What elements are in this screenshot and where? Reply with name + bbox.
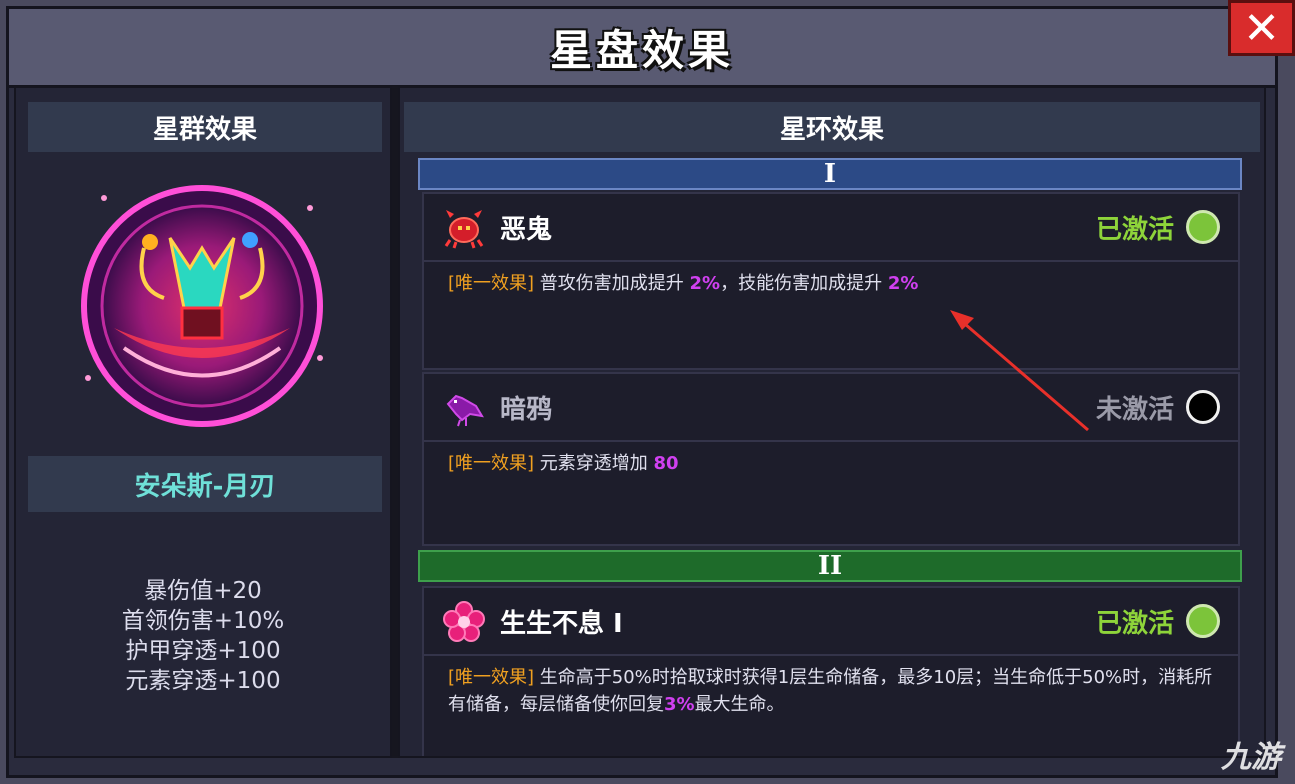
watermark-logo: 九游 [1221, 732, 1281, 776]
card-description: [唯一效果] 元素穿透增加 80 [448, 450, 1214, 477]
desc-text: 最大生命。 [694, 694, 785, 715]
watermark-text: 九游 [1221, 740, 1281, 775]
status-active-indicator [1186, 604, 1220, 638]
effect-card-endless-life[interactable]: 生生不息 I 已激活 [唯一效果] 生命高于50%时拾取球时获得1层生命储备，最… [422, 586, 1240, 756]
stat-line: 暴伤值+20 [144, 578, 262, 604]
card-header: 恶鬼 已激活 [424, 194, 1238, 262]
desc-text: 普攻伤害加成提升 [539, 273, 684, 294]
tier-bar-2: II [418, 550, 1242, 582]
desc-text: ，技能伤害加成提升 [720, 273, 883, 294]
title-bar: 星盘效果 [9, 9, 1275, 88]
star-ring-header: 星环效果 [404, 102, 1260, 152]
desc-value: 80 [653, 453, 679, 474]
effect-card-evil-ghost[interactable]: 恶鬼 已激活 [唯一效果] 普攻伤害加成提升 2%，技能伤害加成提升 2% [422, 192, 1240, 370]
close-icon: ✕ [1243, 2, 1280, 54]
stat-line: 护甲穿透+100 [125, 638, 281, 664]
constellation-name: 安朵斯-月刃 [134, 471, 276, 502]
card-name: 恶鬼 [500, 214, 553, 245]
card-name: 生生不息 I [500, 608, 623, 639]
desc-text: 元素穿透增加 [539, 453, 648, 474]
constellation-stats: 暴伤值+20 首领伤害+10% 护甲穿透+100 元素穿透+100 [16, 576, 390, 696]
status-active-indicator [1186, 210, 1220, 244]
stat-line: 元素穿透+100 [125, 668, 281, 694]
constellation-header-label: 星群效果 [152, 114, 257, 145]
desc-value: 2% [887, 273, 919, 294]
constellation-panel: 星群效果 安朵斯-月刃 暴伤值+20 首领伤害+10% 护甲穿透+100 元素穿… [14, 86, 392, 758]
constellation-emblem-icon [81, 185, 323, 427]
page-title: 星盘效果 [549, 25, 734, 75]
desc-text: 生命高于50%时拾取球时获得1层生命储备，最多10层；当生命低于50%时，消耗所… [448, 667, 1213, 715]
crab-icon [444, 210, 484, 249]
status-label: 已激活 [1095, 214, 1174, 245]
star-ring-header-label: 星环效果 [779, 114, 884, 145]
effect-card-dark-crow[interactable]: 暗鸦 未激活 [唯一效果] 元素穿透增加 80 [422, 372, 1240, 546]
card-header: 生生不息 I 已激活 [424, 588, 1238, 656]
crow-icon [446, 394, 484, 427]
constellation-name-box: 安朵斯-月刃 [28, 456, 382, 512]
star-ring-panel: 星环效果 I 恶鬼 已激活 [唯一效果] 普攻伤害加成提升 2%，技能伤害加成提… [398, 86, 1266, 758]
effect-tag: [唯一效果] [448, 453, 535, 474]
desc-value: 2% [689, 273, 721, 294]
status-label: 已激活 [1095, 608, 1174, 639]
card-description: [唯一效果] 普攻伤害加成提升 2%，技能伤害加成提升 2% [448, 270, 1214, 297]
card-name: 暗鸦 [500, 394, 553, 425]
card-description: [唯一效果] 生命高于50%时拾取球时获得1层生命储备，最多10层；当生命低于5… [448, 664, 1214, 718]
tier-label: I [823, 159, 837, 189]
close-button[interactable]: ✕ [1228, 0, 1295, 56]
stat-line: 首领伤害+10% [121, 608, 285, 634]
effect-tag: [唯一效果] [448, 273, 535, 294]
desc-value: 3% [664, 694, 695, 715]
card-header: 暗鸦 未激活 [424, 374, 1238, 442]
constellation-header: 星群效果 [28, 102, 382, 152]
flower-icon [443, 601, 485, 642]
status-label: 未激活 [1095, 394, 1174, 425]
status-inactive-indicator [1186, 390, 1220, 424]
tier-label: II [817, 551, 843, 581]
effect-tag: [唯一效果] [448, 667, 535, 688]
tier-bar-1: I [418, 158, 1242, 190]
